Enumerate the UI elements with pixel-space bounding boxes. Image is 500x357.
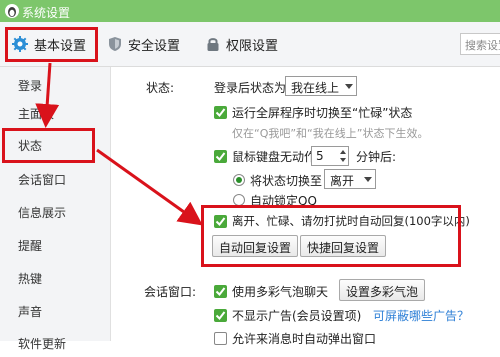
annotation-arrows [35,62,203,226]
arrow-to-status [35,62,60,128]
arrow-to-auto-reply [96,148,203,226]
